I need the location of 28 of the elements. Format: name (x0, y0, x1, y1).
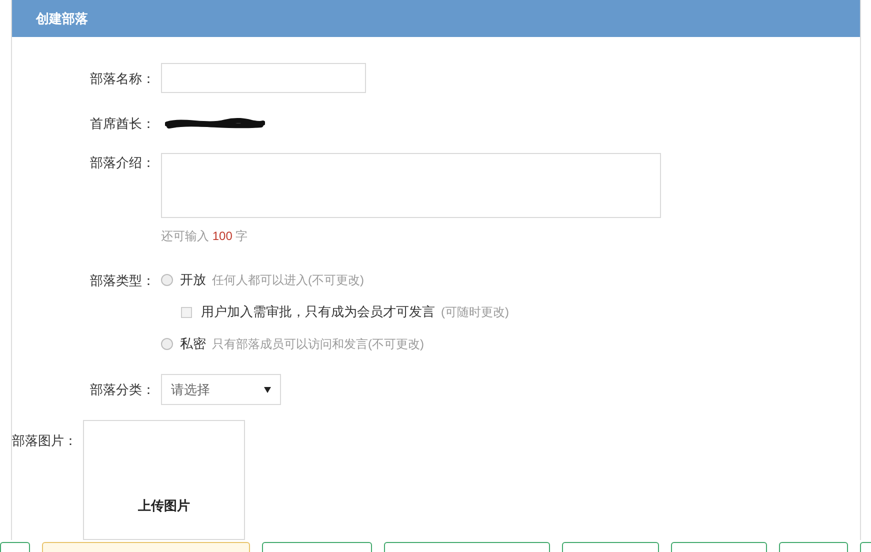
option-hint: 只有部落成员可以访问和发言(不可更改) (212, 336, 424, 353)
caret-icon (264, 386, 271, 392)
bottom-tab[interactable] (384, 542, 550, 552)
field-label: 部落名称： (89, 70, 156, 88)
bottom-tab[interactable] (262, 542, 372, 552)
radio-button[interactable] (161, 274, 173, 286)
bottom-tab[interactable] (670, 542, 768, 552)
bottom-tab[interactable] (42, 542, 250, 552)
upload-image-button[interactable]: 上传图片 (83, 420, 245, 540)
radio-button[interactable] (161, 338, 173, 350)
option-label: 私密 (180, 335, 206, 354)
name-input[interactable] (161, 63, 366, 94)
bottom-tab[interactable] (779, 542, 848, 552)
char-counter: 还可输入 100 字 (161, 228, 248, 245)
option-hint: (可随时更改) (441, 304, 509, 321)
field-label: 部落介绍： (89, 154, 156, 172)
field-label: 首席酋长： (89, 115, 156, 134)
field-label: 部落分类： (89, 380, 156, 399)
option-label: 用户加入需审批，只有成为会员才可发言 (201, 303, 435, 322)
bottom-tab[interactable] (562, 542, 659, 552)
option-label: 开放 (180, 271, 206, 290)
option-hint: 任何人都可以进入(不可更改) (212, 272, 364, 289)
category-select[interactable]: 请选择 (161, 374, 281, 405)
panel-title: 创建部落 (36, 10, 88, 28)
field-label: 部落图片： (12, 433, 78, 448)
checkbox[interactable] (181, 306, 192, 318)
field-label: 部落类型： (89, 272, 156, 290)
bottom-tab[interactable] (0, 542, 30, 552)
